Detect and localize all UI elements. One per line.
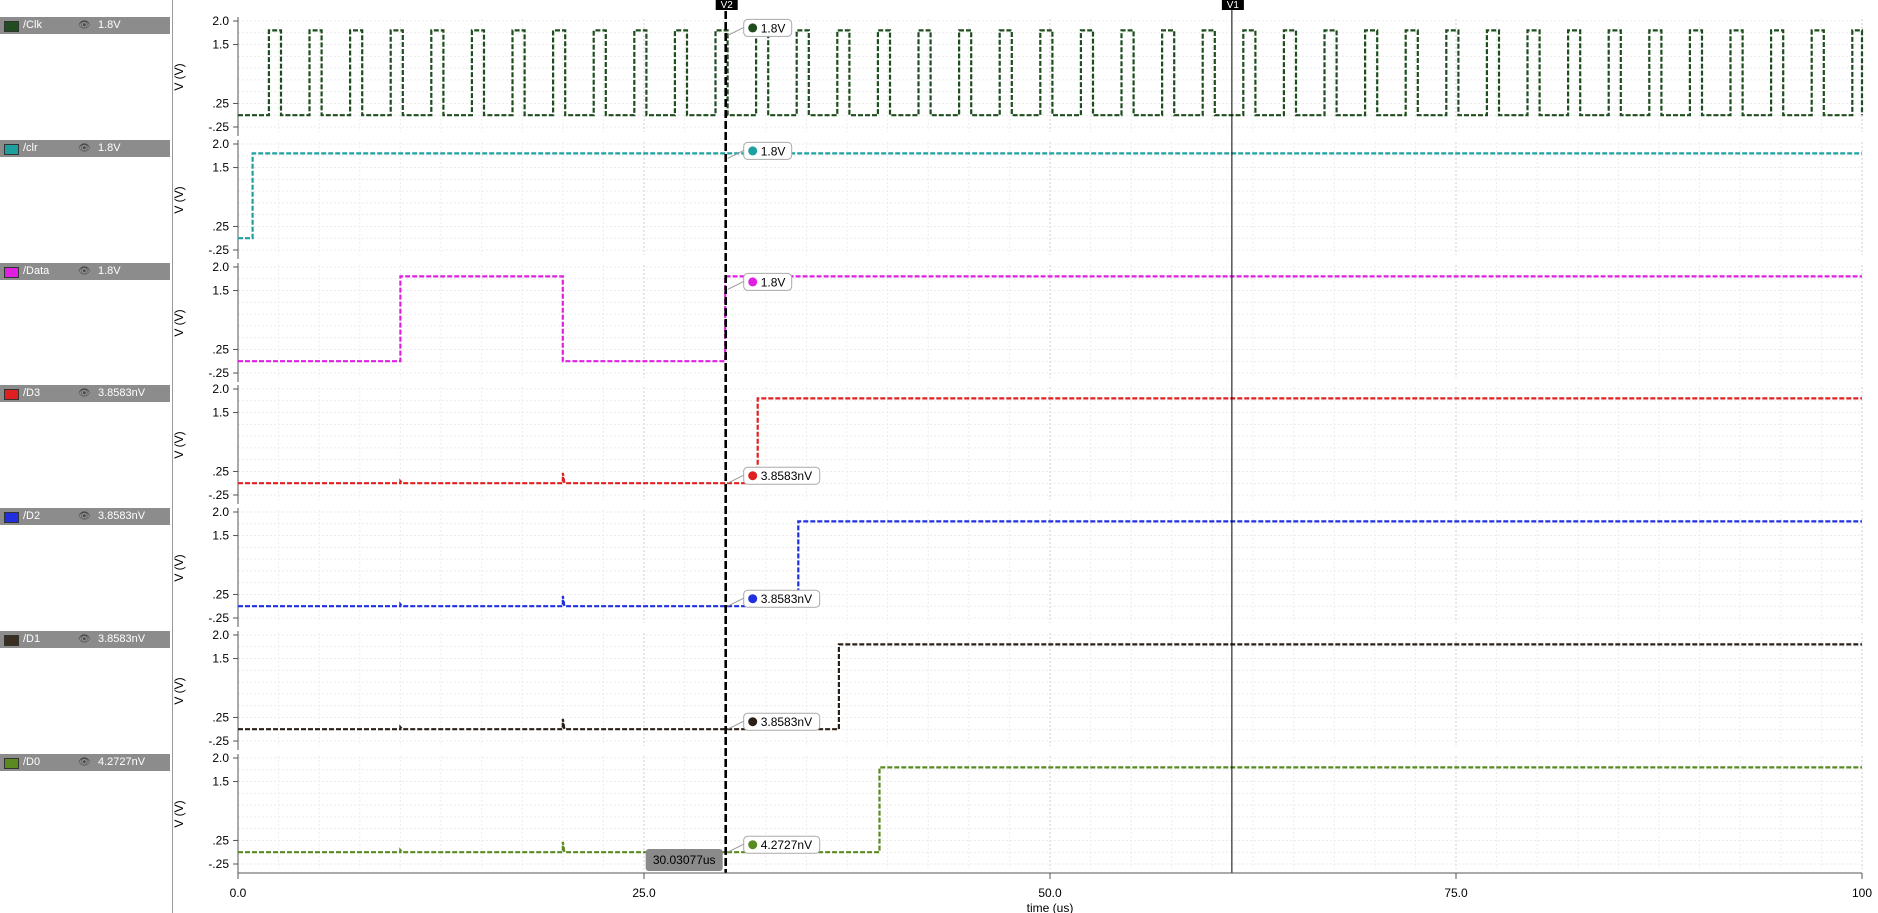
y-tick-label: -.25 — [208, 611, 229, 625]
marker-value-label: 3.8583nV — [761, 592, 812, 606]
y-axis-label: V (V) — [172, 309, 186, 336]
cursor-v1-label: V1 — [1227, 0, 1240, 11]
marker-dot — [748, 840, 758, 850]
y-tick-label: 1.5 — [212, 161, 229, 175]
y-tick-label: -.25 — [208, 366, 229, 380]
y-tick-label: -.25 — [208, 243, 229, 257]
y-tick-label: 2.0 — [212, 14, 229, 28]
y-axis-label: V (V) — [172, 63, 186, 90]
y-tick-label: 2.0 — [212, 505, 229, 519]
marker-dot — [748, 146, 758, 156]
y-axis-label: V (V) — [172, 800, 186, 827]
waveform-viewer: /Clk 👁 1.8V/clr 👁 1.8V/Data 👁 1.8V/D3 👁 3.8583nV… — [0, 0, 1878, 913]
x-tick-label: 25.0 — [632, 886, 656, 900]
y-tick-label: 1.5 — [212, 38, 229, 52]
marker-leader-line — [727, 597, 744, 607]
y-tick-label: 1.5 — [212, 529, 229, 543]
y-tick-label: 1.5 — [212, 284, 229, 298]
marker-value-label: 3.8583nV — [761, 469, 812, 483]
y-tick-label: 2.0 — [212, 382, 229, 396]
marker-dot — [748, 594, 758, 604]
y-tick-label: .25 — [212, 342, 229, 356]
marker-value-label: 1.8V — [761, 144, 786, 158]
marker-leader-line — [727, 280, 744, 290]
y-tick-label: .25 — [212, 96, 229, 110]
x-tick-label: 100 — [1852, 886, 1872, 900]
y-tick-label: 1.5 — [212, 406, 229, 420]
waveform-plot[interactable]: 2.0 1.5 .25 -.25 V (V) 2.0 1.5 .25 -.25 V (V) 2.0 1… — [0, 0, 1878, 913]
y-tick-label: .25 — [212, 587, 229, 601]
marker-leader-line — [727, 474, 744, 484]
x-tick-label: 50.0 — [1038, 886, 1062, 900]
x-tick-label: 75.0 — [1444, 886, 1468, 900]
y-tick-label: -.25 — [208, 734, 229, 748]
marker-dot — [748, 277, 758, 287]
y-axis-label: V (V) — [172, 554, 186, 581]
marker-dot — [748, 717, 758, 727]
y-tick-label: .25 — [212, 219, 229, 233]
marker-value-label: 3.8583nV — [761, 715, 812, 729]
x-axis-label: time (us) — [1027, 901, 1074, 913]
y-tick-label: 2.0 — [212, 628, 229, 642]
y-tick-label: .25 — [212, 464, 229, 478]
y-axis-label: V (V) — [172, 431, 186, 458]
cursor-v2-label: V2 — [721, 0, 734, 11]
y-tick-label: -.25 — [208, 120, 229, 134]
y-axis-label: V (V) — [172, 186, 186, 213]
y-tick-label: 2.0 — [212, 751, 229, 765]
y-tick-label: .25 — [212, 710, 229, 724]
y-tick-label: 2.0 — [212, 137, 229, 151]
marker-value-label: 4.2727nV — [761, 838, 812, 852]
marker-leader-line — [727, 720, 744, 730]
marker-dot — [748, 23, 758, 33]
cursor-readout-value: 30.03077us — [653, 853, 716, 867]
marker-dot — [748, 471, 758, 481]
x-tick-label: 0.0 — [230, 886, 247, 900]
marker-leader-line — [727, 843, 744, 853]
marker-value-label: 1.8V — [761, 21, 786, 35]
y-tick-label: 2.0 — [212, 260, 229, 274]
marker-value-label: 1.8V — [761, 275, 786, 289]
y-tick-label: .25 — [212, 833, 229, 847]
y-tick-label: 1.5 — [212, 775, 229, 789]
marker-leader-line — [727, 26, 744, 36]
y-tick-label: -.25 — [208, 488, 229, 502]
y-axis-label: V (V) — [172, 677, 186, 704]
y-tick-label: -.25 — [208, 857, 229, 871]
y-tick-label: 1.5 — [212, 652, 229, 666]
